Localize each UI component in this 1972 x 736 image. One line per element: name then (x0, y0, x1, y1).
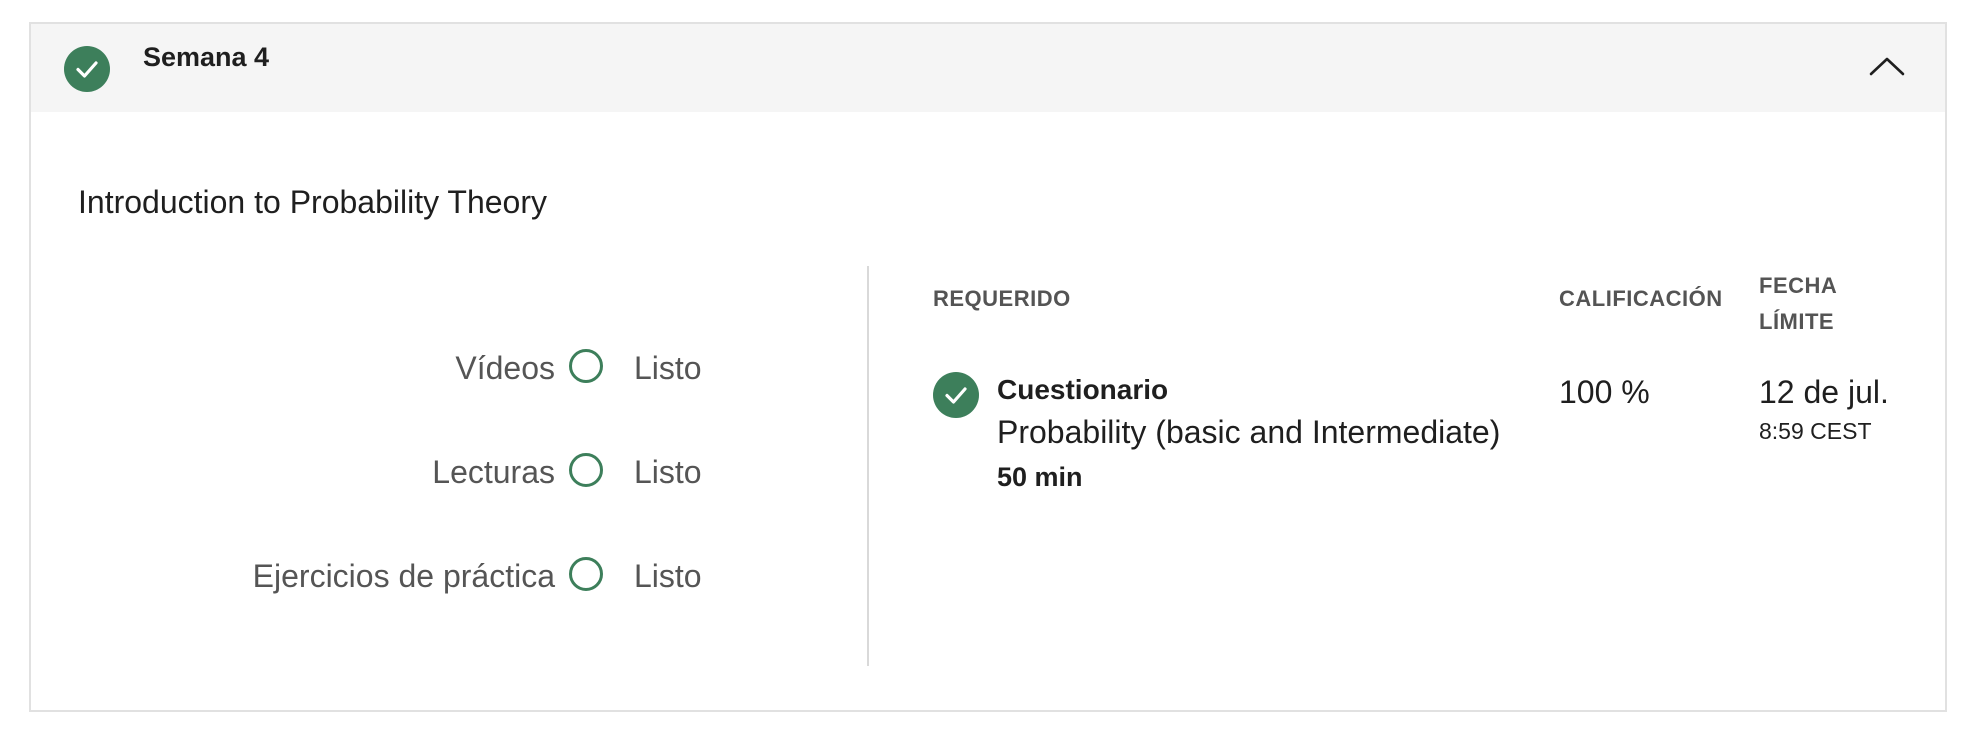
progress-status: Listo (634, 558, 702, 594)
progress-status: Listo (634, 350, 702, 386)
item-type: Cuestionario (997, 374, 1169, 405)
module-title: Introduction to Probability Theory (78, 184, 547, 220)
progress-status: Listo (634, 454, 702, 490)
progress-row-readings: Lecturas Listo (31, 444, 711, 504)
week-title: Semana 4 (143, 42, 270, 72)
circle-outline-icon (569, 349, 603, 383)
check-circle-icon (933, 372, 979, 418)
week-header[interactable]: Semana 4 (31, 24, 1945, 112)
circle-outline-icon (569, 557, 603, 591)
week-card: Semana 4 Introduction to Probability The… (29, 22, 1947, 712)
item-due-date: 12 de jul. (1759, 374, 1889, 410)
column-header-required: REQUERIDO (933, 286, 1071, 311)
circle-outline-icon (569, 453, 603, 487)
chevron-up-icon[interactable] (1867, 50, 1907, 82)
item-duration: 50 min (997, 462, 1083, 492)
column-header-due: FECHA LÍMITE (1759, 273, 1837, 334)
progress-row-videos: Vídeos Listo (31, 340, 711, 400)
check-circle-icon (64, 46, 110, 92)
progress-row-practice: Ejercicios de práctica Listo (31, 548, 711, 608)
item-due-time: 8:59 CEST (1759, 418, 1872, 444)
progress-label: Lecturas (432, 454, 555, 490)
item-grade: 100 % (1559, 374, 1650, 410)
column-divider (867, 266, 869, 666)
progress-label: Vídeos (455, 350, 555, 386)
item-link[interactable]: Probability (basic and Intermediate) (997, 414, 1527, 451)
progress-label: Ejercicios de práctica (252, 558, 555, 594)
column-header-grade: CALIFICACIÓN (1559, 286, 1723, 311)
